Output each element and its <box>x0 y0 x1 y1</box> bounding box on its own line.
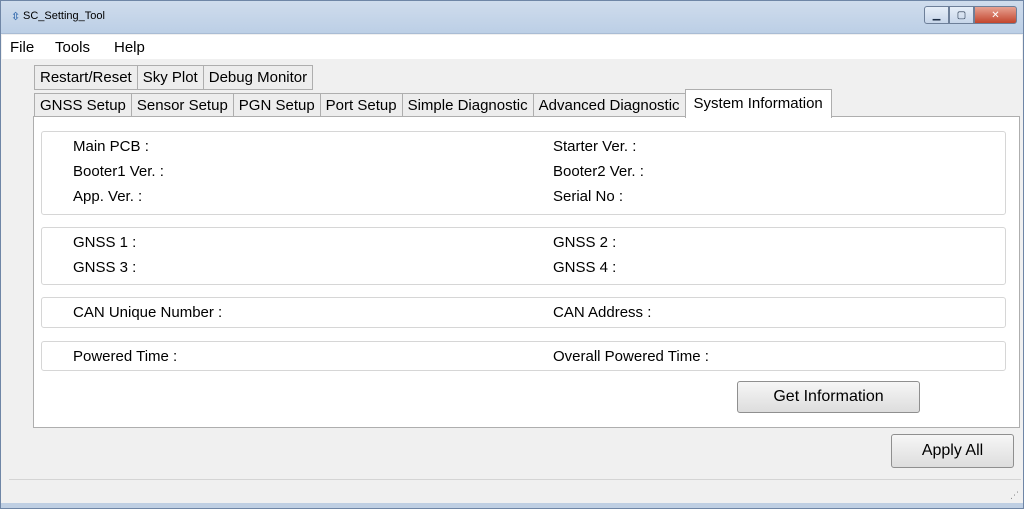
tab-simple-diagnostic[interactable]: Simple Diagnostic <box>401 93 533 118</box>
tab-row-upper: Restart/Reset Sky Plot Debug Monitor <box>34 65 314 90</box>
minimize-button[interactable]: ▁ <box>924 6 949 24</box>
app-icon: ⇳ <box>11 10 21 23</box>
gnss2-label: GNSS 2 : <box>553 234 617 251</box>
gnss1-label: GNSS 1 : <box>73 234 137 251</box>
gnss3-label: GNSS 3 : <box>73 259 137 276</box>
serial-no-label: Serial No : <box>553 188 624 205</box>
can-unique-number-label: CAN Unique Number : <box>73 304 223 321</box>
gnss4-label: GNSS 4 : <box>553 259 617 276</box>
tab-restart-reset[interactable]: Restart/Reset <box>34 65 137 90</box>
menu-tools[interactable]: Tools <box>55 39 90 56</box>
apply-all-button[interactable]: Apply All <box>891 434 1014 468</box>
can-address-label: CAN Address : <box>553 304 652 321</box>
tab-port-setup[interactable]: Port Setup <box>319 93 402 118</box>
status-bar: ⋰ <box>9 479 1021 503</box>
menu-file[interactable]: File <box>10 39 34 56</box>
can-group: CAN Unique Number : CAN Address : <box>41 297 1006 328</box>
booter2-ver-label: Booter2 Ver. : <box>553 163 644 180</box>
window-bottom-border <box>1 503 1023 508</box>
app-ver-label: App. Ver. : <box>73 188 143 205</box>
window-title: SC_Setting_Tool <box>23 10 105 22</box>
versions-group: Main PCB : Starter Ver. : Booter1 Ver. :… <box>41 131 1006 215</box>
tab-sky-plot[interactable]: Sky Plot <box>136 65 203 90</box>
system-information-panel: Main PCB : Starter Ver. : Booter1 Ver. :… <box>33 116 1020 428</box>
close-icon: ✕ <box>991 9 1000 21</box>
app-window: ⇳ SC_Setting_Tool ▁ ▢ ✕ File Tools Help … <box>0 0 1024 509</box>
tab-pgn-setup[interactable]: PGN Setup <box>232 93 320 118</box>
gnss-group: GNSS 1 : GNSS 2 : GNSS 3 : GNSS 4 : <box>41 227 1006 285</box>
title-bar[interactable]: ⇳ SC_Setting_Tool ▁ ▢ ✕ <box>1 1 1023 34</box>
starter-ver-label: Starter Ver. : <box>553 138 637 155</box>
power-group: Powered Time : Overall Powered Time : <box>41 341 1006 371</box>
overall-powered-time-label: Overall Powered Time : <box>553 348 709 365</box>
tab-row-lower: GNSS Setup Sensor Setup PGN Setup Port S… <box>34 89 832 118</box>
powered-time-label: Powered Time : <box>73 348 178 365</box>
tab-advanced-diagnostic[interactable]: Advanced Diagnostic <box>532 93 685 118</box>
menu-help[interactable]: Help <box>114 39 145 56</box>
maximize-icon: ▢ <box>956 9 967 21</box>
tab-system-information[interactable]: System Information <box>684 89 832 118</box>
resize-grip-icon[interactable]: ⋰ <box>1010 491 1019 501</box>
booter1-ver-label: Booter1 Ver. : <box>73 163 164 180</box>
get-information-button[interactable]: Get Information <box>737 381 920 413</box>
tab-debug-monitor[interactable]: Debug Monitor <box>202 65 314 90</box>
tab-gnss-setup[interactable]: GNSS Setup <box>34 93 131 118</box>
maximize-button[interactable]: ▢ <box>949 6 974 24</box>
close-button[interactable]: ✕ <box>974 6 1017 24</box>
main-pcb-label: Main PCB : <box>73 138 149 155</box>
window-controls: ▁ ▢ ✕ <box>924 6 1017 25</box>
minimize-icon: ▁ <box>932 9 941 21</box>
tab-sensor-setup[interactable]: Sensor Setup <box>130 93 233 118</box>
menu-bar: File Tools Help <box>2 35 1022 59</box>
